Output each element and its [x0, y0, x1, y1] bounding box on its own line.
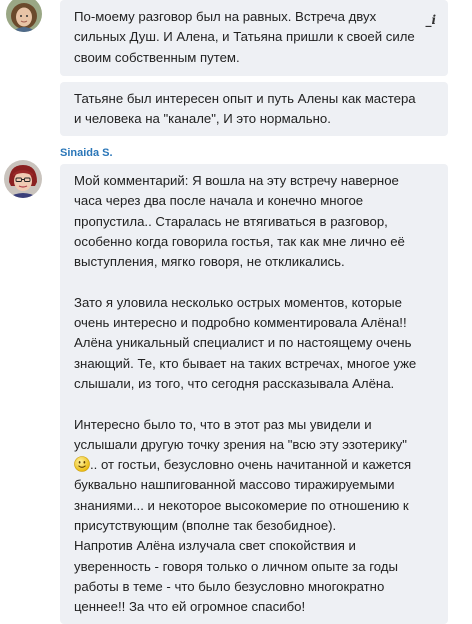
message-line: ценнее!! За что ей огромное спасибо! [74, 599, 306, 615]
message-line: .. от гостьи, безусловно очень начитанно… [74, 455, 448, 475]
message-line: По-моему разговор был на равных. Встреча… [74, 9, 377, 24]
message-bubble: Татьяне был интересен опыт и путь Алены … [60, 82, 448, 136]
message-line: Мой комментарий: Я вошла на эту встречу … [74, 173, 399, 188]
message-line: слышали, из того, что сегодня рассказыва… [74, 375, 395, 391]
message-line: Интересно было то, что в этот раз мы уви… [74, 416, 372, 432]
woman-red-hair-avatar-icon [4, 160, 42, 198]
smiley-emoji-icon [74, 456, 90, 472]
message-line: знаниями... и некоторое высокомерие по о… [74, 497, 409, 513]
avatar[interactable] [4, 160, 42, 198]
message-line: Алёна уникальный специалист и по настоящ… [74, 335, 412, 351]
message-line: очень интересно и подробно комментировал… [74, 315, 407, 331]
message-bubble: По-моему разговор был на равных. Встреча… [60, 0, 448, 76]
avatar[interactable] [6, 0, 42, 32]
message-line: Зато я уловила несколько острых моментов… [74, 294, 402, 310]
message-line: работы в теме - что было безусловно мног… [74, 578, 385, 594]
sender-name[interactable]: Sinaida S. [60, 147, 113, 159]
message-line: своим собственным путем. [74, 49, 240, 65]
woman-curly-hair-avatar-icon [6, 0, 42, 32]
message-line: сильных Душ. И Алена, и Татьяна пришли к… [74, 29, 415, 45]
message-line: часа через два после начала и конечно мн… [74, 193, 364, 209]
message-line: знающий. Те, кто бывает на таких встреча… [74, 355, 417, 371]
message-line: Напротив Алёна излучала свет спокойствия… [74, 538, 356, 554]
message-line: особенно когда говорила гостья, так как … [74, 233, 405, 249]
italic-format-button[interactable]: _i [425, 10, 436, 30]
message-line: услышали другую точку зрения на "всю эту… [74, 436, 407, 452]
message-line: буквально нашпигованной массово тиражиру… [74, 477, 395, 493]
message-line: и человека на "канале", И это нормально. [74, 111, 331, 127]
message-line: пропустила.. Старалась не втягиваться в … [74, 213, 388, 229]
message-line: уверенность - говоря только о личном опы… [74, 558, 398, 574]
message-bubble: Мой комментарий: Я вошла на эту встречу … [60, 164, 448, 624]
message-line: выступления, мягко говоря, не откликалис… [74, 254, 345, 270]
message-line: присутствующим (вполне так безобидное). [74, 518, 337, 534]
message-line: Татьяне был интересен опыт и путь Алены … [74, 91, 416, 106]
message-line [74, 394, 448, 414]
message-line [74, 272, 448, 292]
message-line-text: .. от гостьи, безусловно очень начитанно… [90, 457, 412, 473]
